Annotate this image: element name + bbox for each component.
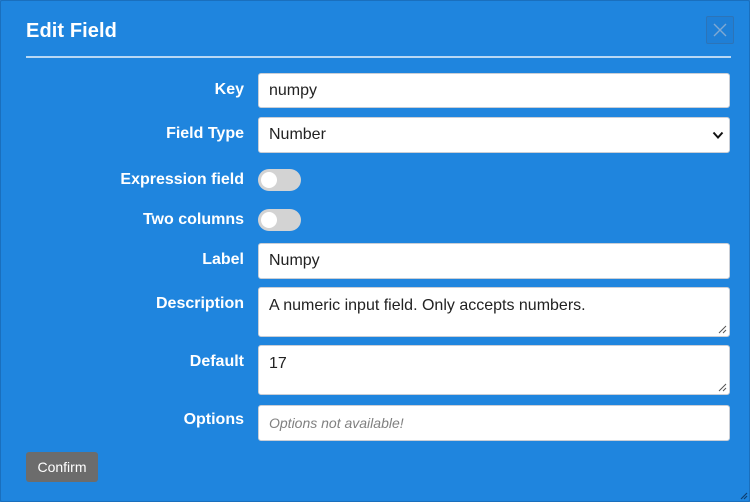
description-label: Description <box>155 295 244 312</box>
title-divider <box>26 56 731 58</box>
expression-field-toggle[interactable] <box>258 169 301 191</box>
label-input-value: Numpy <box>269 252 320 269</box>
key-input[interactable]: numpy <box>258 73 730 108</box>
label-input[interactable]: Numpy <box>258 243 730 279</box>
confirm-button[interactable]: Confirm <box>26 452 98 482</box>
key-input-value: numpy <box>269 81 318 99</box>
dialog-resize-grip-icon[interactable] <box>738 490 748 500</box>
toggle-knob <box>261 212 277 228</box>
default-value: 17 <box>269 355 287 372</box>
close-button[interactable] <box>706 16 734 44</box>
expression-field-label: Expression field <box>120 171 244 188</box>
field-type-select[interactable]: Number <box>258 117 730 153</box>
label-field-label: Label <box>202 251 244 268</box>
chevron-down-icon <box>712 131 724 139</box>
dialog-title: Edit Field <box>26 20 117 42</box>
resize-grip-icon[interactable] <box>717 324 727 334</box>
toggle-knob <box>261 172 277 188</box>
default-textarea[interactable]: 17 <box>258 345 730 395</box>
close-icon <box>713 23 727 37</box>
key-label: Key <box>214 81 244 98</box>
default-label: Default <box>189 353 244 370</box>
edit-field-dialog: Edit Field Key numpy Field Type Number E… <box>0 0 750 502</box>
options-label: Options <box>183 411 244 428</box>
options-placeholder: Options not available! <box>269 415 404 431</box>
options-input[interactable]: Options not available! <box>258 405 730 441</box>
resize-grip-icon[interactable] <box>717 382 727 392</box>
two-columns-label: Two columns <box>142 211 244 228</box>
description-value: A numeric input field. Only accepts numb… <box>269 297 586 314</box>
two-columns-toggle[interactable] <box>258 209 301 231</box>
field-type-label: Field Type <box>166 125 244 142</box>
field-type-value: Number <box>269 126 326 143</box>
description-textarea[interactable]: A numeric input field. Only accepts numb… <box>258 287 730 337</box>
